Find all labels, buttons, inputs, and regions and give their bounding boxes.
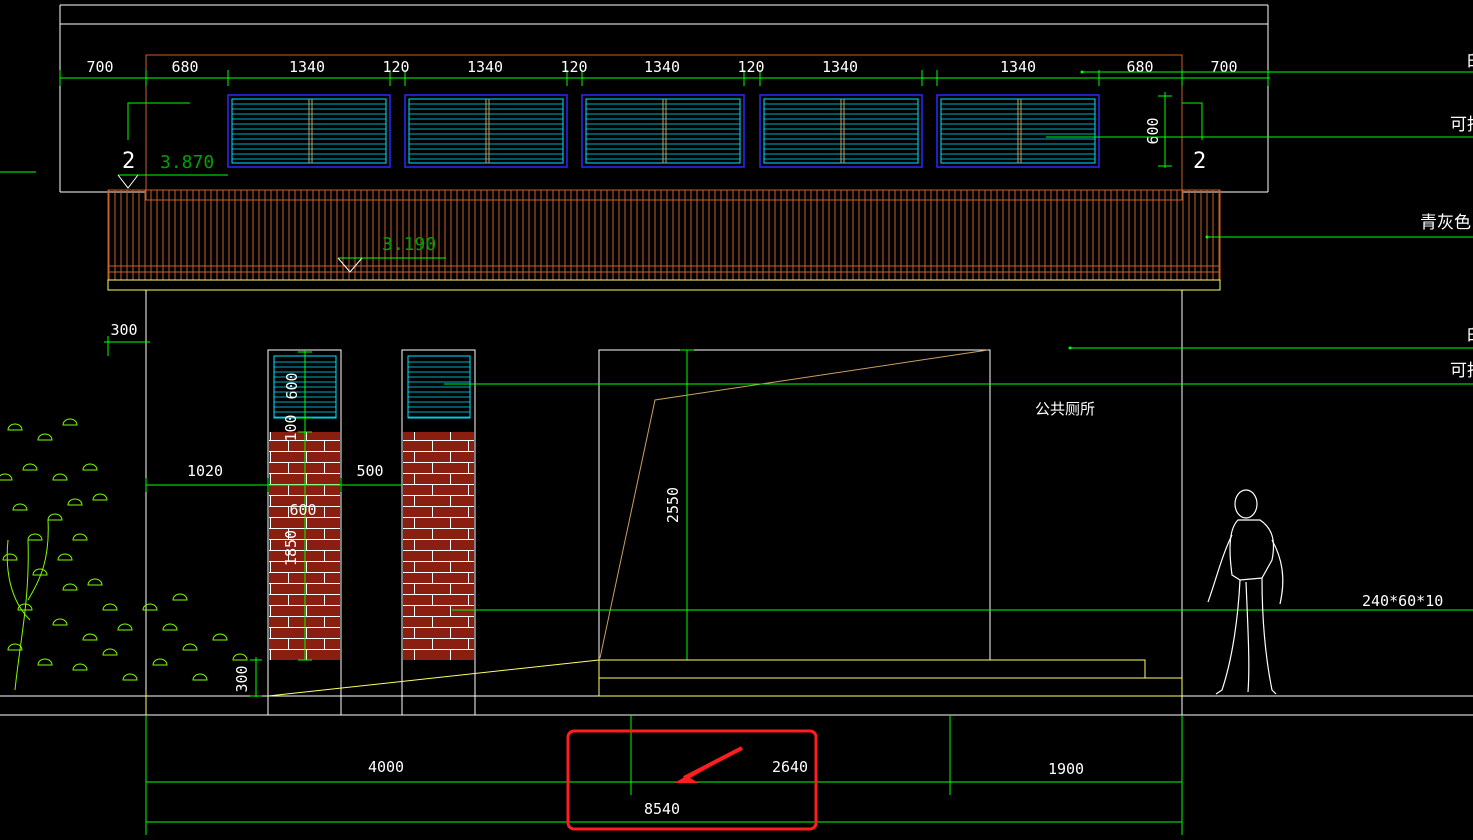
level-mid-label: 3.190 xyxy=(382,234,436,255)
louver-window xyxy=(227,94,391,168)
pier-dimensions: 600 100 600 1850 1020 500 300 300 xyxy=(104,321,402,697)
top-dim-label: 120 xyxy=(737,58,764,76)
brick-pier-right xyxy=(401,349,476,715)
note-leaders xyxy=(0,70,1473,611)
bottom-dim-total: 8540 xyxy=(644,800,680,818)
dim-1850: 1850 xyxy=(282,530,300,566)
roof-parapet xyxy=(59,4,1269,201)
eave-cladding-band xyxy=(107,189,1221,291)
steps-and-ramp xyxy=(267,659,1183,697)
leaf xyxy=(52,618,68,626)
leaf xyxy=(37,658,53,666)
note-5: 可挡 xyxy=(1450,361,1473,381)
note-6: 240*60*10 xyxy=(1362,592,1443,610)
dim-600-upper: 600 xyxy=(283,372,301,399)
main-wall xyxy=(0,290,1473,716)
cad-canvas[interactable]: 700 680 1340 120 1340 120 1340 120 1340 … xyxy=(0,0,1473,840)
level-top-label: 3.870 xyxy=(160,152,214,173)
top-dim-label: 120 xyxy=(382,58,409,76)
window-height-dimension: 600 xyxy=(1144,92,1172,168)
leaf xyxy=(22,463,38,471)
top-dim-label: 700 xyxy=(1210,58,1237,76)
leaf xyxy=(122,673,138,681)
top-dim-label: 680 xyxy=(171,58,198,76)
louver-window xyxy=(581,94,745,168)
toilet-sign: 公共厕所 xyxy=(1035,400,1095,418)
bottom-dimension-chain: 4000 2640 1900 8540 xyxy=(145,715,1183,835)
leaf xyxy=(232,653,248,661)
elevation-drawing: 700 680 1340 120 1340 120 1340 120 1340 … xyxy=(0,4,1473,835)
leaf xyxy=(142,603,158,611)
bottom-dim-2640: 2640 xyxy=(772,758,808,776)
leaf xyxy=(102,603,118,611)
leaf xyxy=(72,533,88,541)
window-height-label: 600 xyxy=(1144,117,1162,144)
leaf xyxy=(182,643,198,651)
top-dim-label: 1340 xyxy=(822,58,858,76)
entrance-opening: 2550 公共厕所 xyxy=(598,349,1095,661)
leaf xyxy=(12,503,28,511)
leaf xyxy=(102,648,118,656)
bottom-dim-1900: 1900 xyxy=(1048,760,1084,778)
leaf xyxy=(152,658,168,666)
leaf xyxy=(62,583,78,591)
material-notes: 白 可挡 青灰色 白 可挡 240*60*10 xyxy=(1362,51,1473,610)
leaf xyxy=(117,623,133,631)
leaf xyxy=(7,423,23,431)
louver-window xyxy=(404,94,568,168)
leaf xyxy=(57,553,73,561)
note-3: 青灰色 xyxy=(1420,213,1471,233)
dim-500: 500 xyxy=(356,462,383,480)
leaf xyxy=(52,473,68,481)
top-dim-label: 1340 xyxy=(467,58,503,76)
bottom-dim-4000: 4000 xyxy=(368,758,404,776)
human-figure xyxy=(1207,489,1284,695)
leaf xyxy=(0,473,13,481)
leaf xyxy=(32,568,48,576)
pier-louver-vents xyxy=(274,361,470,418)
dim-600-lower: 600 xyxy=(289,501,316,519)
louver-window xyxy=(936,94,1100,168)
leaf xyxy=(27,533,43,541)
top-dim-label: 700 xyxy=(86,58,113,76)
leaf xyxy=(172,593,188,601)
note-1: 白 xyxy=(1466,51,1473,71)
top-dim-label: 1340 xyxy=(644,58,680,76)
leaf xyxy=(67,498,83,506)
leaf xyxy=(82,633,98,641)
louver-window xyxy=(759,94,923,168)
leaf xyxy=(87,578,103,586)
top-dim-label: 1340 xyxy=(1000,58,1036,76)
leaf xyxy=(162,623,178,631)
note-4: 白 xyxy=(1466,325,1473,345)
section-mark-left: 2 xyxy=(122,149,135,174)
top-dim-label: 680 xyxy=(1126,58,1153,76)
top-dim-label: 120 xyxy=(560,58,587,76)
dim-100: 100 xyxy=(282,414,300,441)
shrub-foliage xyxy=(0,418,248,691)
section-mark-right: 2 xyxy=(1193,149,1206,174)
top-dim-label: 1340 xyxy=(289,58,325,76)
note-2: 可挡 xyxy=(1450,115,1473,135)
leaf xyxy=(92,493,108,501)
leaf xyxy=(47,513,63,521)
leaf xyxy=(37,433,53,441)
leaf xyxy=(192,673,208,681)
dim-1020: 1020 xyxy=(187,462,223,480)
dim-2550: 2550 xyxy=(664,487,682,523)
dim-300-bottom: 300 xyxy=(233,665,251,692)
leaf xyxy=(2,553,18,561)
leaf xyxy=(82,463,98,471)
leaf xyxy=(62,418,78,426)
leaf xyxy=(212,633,228,641)
dim-300-left: 300 xyxy=(110,321,137,339)
leaf xyxy=(72,663,88,671)
top-louver-windows xyxy=(227,94,1100,168)
top-dimension-labels: 700 680 1340 120 1340 120 1340 120 1340 … xyxy=(86,58,1237,76)
red-highlight-annotation xyxy=(566,729,818,831)
